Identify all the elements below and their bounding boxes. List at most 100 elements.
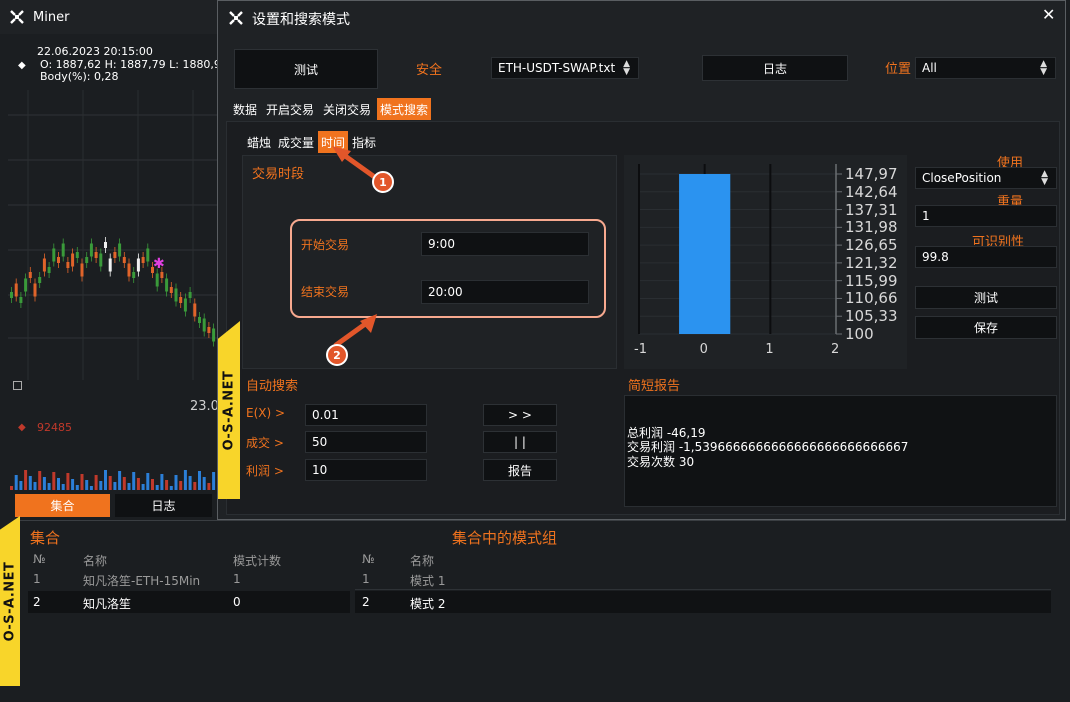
candle-body [33,283,37,297]
volume-bar [169,486,173,490]
app-logo-icon [10,10,24,24]
volume-bar [108,476,112,490]
volume-bar [75,485,79,490]
candle-body [141,257,145,263]
volume-bar [89,486,93,490]
volume-bar [104,470,107,490]
candle-body [52,248,56,262]
volume-bar [183,470,187,490]
volume-bar [94,475,98,490]
candle-body [202,318,206,332]
candle-body [10,292,13,298]
collection-title: 集合 [30,529,61,547]
volume-bar [52,472,56,490]
volume-bar [207,483,211,490]
volume-bar [122,477,126,490]
volume-bar [202,477,206,490]
volume-bar [85,480,89,490]
volume-bar [80,474,84,490]
candle-body [47,267,51,273]
row-no: 2 [362,595,370,609]
table-row[interactable] [355,591,1051,613]
candle-body [38,277,42,283]
price-chart[interactable]: ✱ [8,90,218,380]
svg-text:✱: ✱ [153,256,165,272]
candle-body [155,273,159,287]
tab-log[interactable]: 日志 [115,494,212,517]
volume-chart [10,470,216,490]
volume-bar [193,482,197,490]
volume-bar [61,484,65,490]
candle-body [104,242,107,248]
settings-dialog: 设置和搜索模式 ✕ 测试 安全 ETH-USDT-SWAP.txt ▲ ▼ 日志 … [217,0,1066,520]
volume-bar [118,471,122,490]
candle-body [183,298,187,312]
chart-scroll-handle[interactable] [13,381,22,390]
volume-bar [127,483,131,490]
candle-body [188,292,192,298]
volume-bar [66,473,70,490]
candle-body [85,257,89,263]
candle-body [207,327,211,333]
candle-body [113,252,117,258]
candle-marker-icon: ◆ [18,60,26,71]
candle-body [198,317,201,323]
volume-bar [113,482,117,490]
col-header-no: № [33,552,46,566]
row-name: 知凡洛笙 [83,597,132,611]
volume-bar [151,479,154,490]
candle-body [136,258,140,272]
candle-body [66,262,70,268]
candle-body [193,303,197,317]
annotation-badge-2: 2 [326,344,348,366]
candle-body [174,288,178,302]
volume-bar [198,471,201,490]
candle-body [118,243,122,257]
volume-bar [132,472,136,490]
table-row[interactable] [355,568,1051,590]
volume-bar [24,470,28,490]
candle-body [80,263,84,277]
table-row[interactable] [28,591,350,613]
volume-bar [47,483,51,490]
main-window-title: Miner [33,10,70,25]
candle-body [127,263,131,277]
volume-bar [155,485,159,490]
volume-bar [174,475,178,490]
volume-bar [165,480,169,490]
candle-body [61,243,65,257]
candle-body [57,257,60,263]
tab-collection[interactable]: 集合 [15,494,110,517]
col-header-name-right: 名称 [410,554,435,568]
volume-bar [136,478,140,490]
annotation-arrows [332,146,379,348]
candle-body [14,283,18,297]
row-no: 2 [33,595,41,609]
osa-watermark-strip: O-S-A.NET [0,516,20,686]
candle-body [146,248,150,262]
col-header-no-right: № [362,552,375,566]
row-no: 1 [33,572,41,586]
row-no: 1 [362,572,370,586]
volume-bar [179,481,183,490]
candle-body [212,328,216,342]
volume-bar [71,479,75,490]
volume-bar [14,475,18,490]
candle-body [169,287,173,293]
row-count: 0 [233,595,241,609]
candle-datetime: 22.06.2023 20:15:00 [37,45,153,58]
osa-watermark-text: O-S-A.NET [2,561,18,641]
candle-body [179,297,183,303]
candle-body: Body(%): 0,28 [40,70,119,83]
volume-bar [19,481,23,490]
row-name: 知凡洛笙-ETH-15Min [83,574,201,588]
candle-body [71,253,75,267]
candle-body [165,278,169,292]
candle-body [75,252,79,258]
price-marker-value: 92485 [37,421,72,434]
col-header-name: 名称 [83,554,108,568]
main-titlebar: Miner [0,0,220,34]
candle-body [19,297,23,303]
col-header-count: 模式计数 [233,554,282,568]
row-name: 模式 1 [410,574,446,588]
